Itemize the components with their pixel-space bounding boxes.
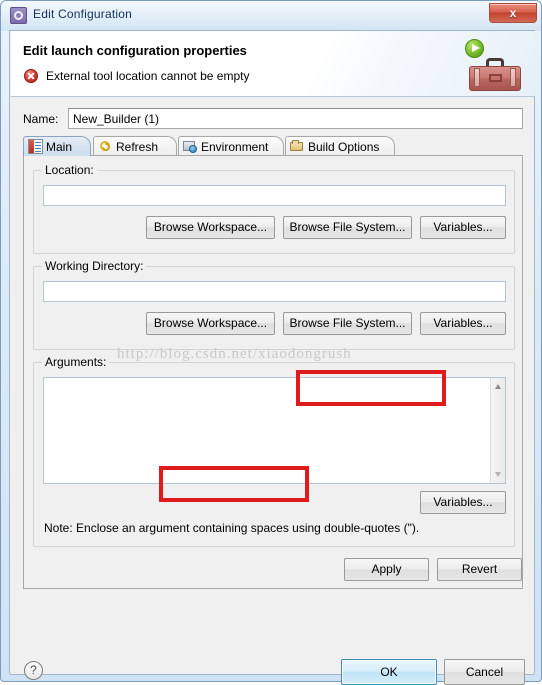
help-question-icon[interactable]: ?	[24, 661, 43, 680]
header-artwork	[455, 36, 527, 94]
tab-environment[interactable]: Environment	[178, 136, 284, 156]
location-variables-button[interactable]: Variables...	[420, 216, 506, 239]
location-browse-workspace-button[interactable]: Browse Workspace...	[146, 216, 275, 239]
ok-button[interactable]: OK	[341, 659, 437, 685]
arguments-note: Note: Enclose an argument containing spa…	[44, 521, 420, 535]
tab-refresh-label: Refresh	[116, 140, 159, 154]
arguments-group: Arguments: Variables... Note: Enclose an…	[33, 355, 515, 547]
error-icon	[24, 69, 38, 83]
apply-revert-row: Apply Revert	[24, 554, 522, 588]
tab-bar: Main Refresh Environment Build Options	[23, 136, 523, 156]
dialog-footer: OK Cancel	[10, 591, 536, 685]
run-play-icon	[465, 39, 484, 58]
scroll-down-arrow-icon[interactable]	[491, 467, 506, 482]
location-group: Location: Browse Workspace... Browse Fil…	[33, 163, 515, 254]
name-input[interactable]	[68, 108, 523, 129]
dialog-header: Edit launch configuration properties Ext…	[11, 31, 535, 97]
revert-button[interactable]: Revert	[437, 558, 522, 581]
tab-build-options[interactable]: Build Options	[285, 136, 395, 156]
toolbox-icon	[469, 58, 521, 91]
window-title: Edit Configuration	[33, 7, 132, 21]
scroll-up-arrow-icon[interactable]	[491, 379, 506, 394]
toolbox-clip-right	[510, 68, 516, 87]
tab-refresh[interactable]: Refresh	[93, 136, 177, 156]
name-row: Name:	[23, 108, 523, 130]
tab-environment-label: Environment	[201, 140, 269, 154]
wd-variables-button[interactable]: Variables...	[420, 312, 506, 335]
toolbox-clip-left	[474, 68, 480, 87]
tab-main-label: Main	[46, 140, 73, 154]
tab-main[interactable]: Main	[23, 136, 91, 156]
wd-browse-workspace-button[interactable]: Browse Workspace...	[146, 312, 275, 335]
location-input[interactable]	[43, 185, 506, 206]
arguments-scrollbar[interactable]	[490, 378, 505, 483]
cancel-button[interactable]: Cancel	[444, 659, 525, 685]
wd-browse-file-system-button[interactable]: Browse File System...	[283, 312, 412, 335]
refresh-arrows-icon	[98, 139, 113, 154]
name-label: Name:	[23, 112, 59, 126]
main-page-icon	[28, 139, 43, 154]
location-label: Location:	[42, 163, 97, 177]
dialog-client-area: Edit launch configuration properties Ext…	[9, 30, 536, 685]
tab-content-main: Location: Browse Workspace... Browse Fil…	[23, 155, 523, 589]
page-title: Edit launch configuration properties	[23, 43, 247, 58]
apply-button[interactable]: Apply	[344, 558, 429, 581]
working-directory-group: Working Directory: Browse Workspace... B…	[33, 259, 515, 350]
arguments-variables-button[interactable]: Variables...	[420, 491, 506, 514]
tab-build-options-label: Build Options	[308, 140, 380, 154]
working-directory-label: Working Directory:	[42, 259, 147, 273]
title-bar: Edit Configuration x	[1, 1, 542, 31]
toolbox-latch	[489, 74, 502, 82]
arguments-label: Arguments:	[42, 355, 110, 369]
working-directory-input[interactable]	[43, 281, 506, 302]
open-folder-icon	[290, 139, 305, 154]
close-button[interactable]: x	[489, 3, 537, 23]
environment-globe-icon	[183, 139, 198, 154]
arguments-textarea-wrapper	[43, 377, 506, 484]
validation-message: External tool location cannot be empty	[46, 69, 250, 83]
location-browse-file-system-button[interactable]: Browse File System...	[283, 216, 412, 239]
configuration-gear-icon	[10, 7, 27, 24]
arguments-textarea[interactable]	[44, 378, 505, 483]
dialog-window: Edit Configuration x Edit launch configu…	[0, 0, 542, 685]
